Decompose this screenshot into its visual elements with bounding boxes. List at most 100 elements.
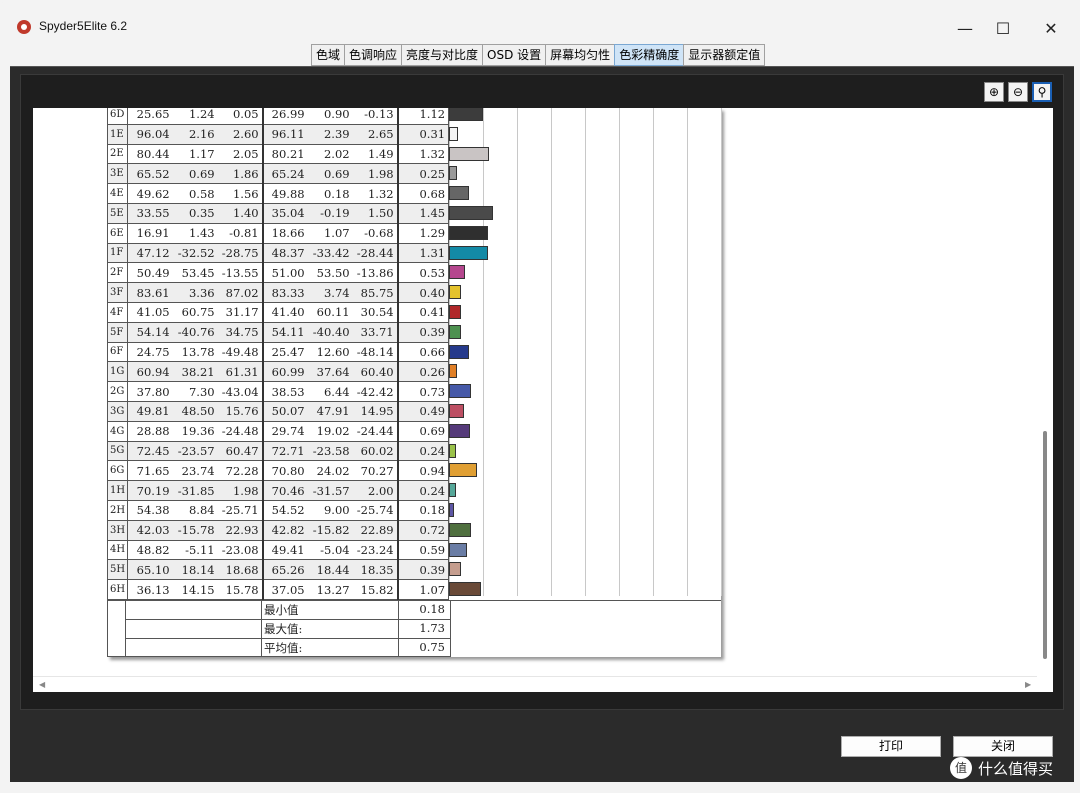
table-row: 1F 47.12 -32.52 -28.75 48.37 -33.42 -28.44 1.31 (106, 242, 450, 264)
table-row: 2H 54.38 8.84 -25.71 54.52 9.00 -25.74 0.18 (106, 499, 450, 521)
table-row: 5H 65.10 18.14 18.68 65.26 18.44 18.35 0.39 (106, 559, 450, 581)
lab-cell: -40.76 (172, 321, 218, 343)
patch-id: 3H (106, 519, 129, 541)
patch-id: 3E (106, 163, 129, 185)
lab-cell: -32.52 (172, 242, 218, 264)
patch-id: 4H (106, 539, 129, 561)
summary-divider (125, 600, 126, 657)
lab-cell: 26.99 (261, 108, 308, 125)
horizontal-scrollbar[interactable]: ◀ ▶ (33, 676, 1037, 692)
delta-e-bar (449, 562, 461, 576)
lab-cell: 54.38 (127, 499, 173, 521)
patch-id: 6G (106, 460, 129, 482)
lab-cell: 28.88 (127, 420, 173, 442)
delta-e-bar (449, 543, 467, 557)
grid-line (483, 108, 484, 596)
lab-cell: 83.33 (261, 282, 308, 303)
tab-2[interactable]: 亮度与对比度 (401, 44, 484, 66)
table-row: 4F 41.05 60.75 31.17 41.40 60.11 30.54 0.41 (106, 301, 450, 323)
lab-cell: -28.75 (217, 242, 264, 264)
lab-cell: 22.89 (352, 519, 399, 541)
lab-cell: 1.98 (352, 163, 399, 185)
delta-e-cell: 0.72 (396, 519, 450, 541)
patch-id: 4F (106, 301, 129, 323)
lab-cell: 47.12 (127, 242, 173, 264)
lab-cell: 1.24 (172, 108, 218, 125)
lab-cell: 1.86 (217, 163, 264, 185)
summary-value: 0.18 (419, 602, 445, 616)
delta-e-bar (449, 463, 478, 477)
grid-line (653, 108, 654, 596)
patch-id: 5E (106, 202, 129, 224)
lab-cell: 54.52 (261, 499, 308, 521)
lab-cell: 16.91 (127, 222, 173, 244)
lab-cell: -0.13 (352, 108, 399, 125)
tab-1[interactable]: 色调响应 (344, 44, 403, 66)
delta-e-cell: 0.24 (396, 480, 450, 501)
lab-cell: 54.14 (127, 321, 173, 343)
delta-e-cell: 0.94 (396, 460, 450, 482)
lab-cell: -5.11 (172, 539, 218, 561)
zoom-fit-icon[interactable]: ⚲ (1032, 82, 1052, 102)
scroll-right-icon[interactable]: ▶ (1025, 680, 1031, 689)
lab-cell: 22.93 (217, 519, 264, 541)
lab-cell: 25.47 (261, 341, 308, 363)
close-button[interactable]: 关闭 (953, 736, 1053, 757)
lab-cell: 2.16 (172, 123, 218, 145)
patch-id: 2E (106, 143, 129, 165)
table-row: 2G 37.80 7.30 -43.04 38.53 6.44 -42.42 0.73 (106, 381, 450, 402)
lab-cell: 1.98 (217, 480, 264, 501)
lab-cell: 72.28 (217, 460, 264, 482)
patch-id: 2F (106, 262, 129, 284)
lab-cell: -49.48 (217, 341, 264, 363)
vertical-scrollbar[interactable] (1037, 108, 1053, 692)
lab-cell: 2.39 (307, 123, 353, 145)
lab-cell: -0.81 (217, 222, 264, 244)
delta-e-cell: 0.25 (396, 163, 450, 185)
table-row: 1G 60.94 38.21 61.31 60.99 37.64 60.40 0.26 (106, 361, 450, 383)
delta-e-cell: 0.40 (396, 282, 450, 303)
table-row: 5F 54.14 -40.76 34.75 54.11 -40.40 33.71 0.39 (106, 321, 450, 343)
delta-e-bar (449, 206, 493, 220)
lab-cell: -13.86 (352, 262, 399, 284)
lab-cell: -5.04 (307, 539, 353, 561)
tab-4[interactable]: 屏幕均匀性 (545, 44, 616, 66)
lab-cell: 2.02 (307, 143, 353, 165)
patch-id: 3G (106, 400, 129, 422)
tab-0[interactable]: 色域 (311, 44, 346, 66)
tab-3[interactable]: OSD 设置 (482, 44, 547, 66)
lab-cell: 0.05 (217, 108, 264, 125)
lab-cell: 31.17 (217, 301, 264, 323)
zoom-in-icon[interactable]: ⊕ (984, 82, 1004, 102)
lab-cell: -0.68 (352, 222, 399, 244)
lab-cell: 80.21 (261, 143, 308, 165)
vertical-scroll-thumb[interactable] (1043, 431, 1047, 659)
delta-e-cell: 0.41 (396, 301, 450, 323)
lab-cell: 80.44 (127, 143, 173, 165)
lab-cell: 49.41 (261, 539, 308, 561)
lab-cell: 48.50 (172, 400, 218, 422)
delta-e-bar (449, 285, 461, 299)
patch-id: 4E (106, 183, 129, 204)
maximize-icon[interactable]: ☐ (980, 14, 1026, 42)
tab-5[interactable]: 色彩精确度 (614, 44, 685, 66)
print-button[interactable]: 打印 (841, 736, 941, 757)
table-row: 6E 16.91 1.43 -0.81 18.66 1.07 -0.68 1.29 (106, 222, 450, 244)
lab-cell: -23.57 (172, 440, 218, 462)
scroll-left-icon[interactable]: ◀ (39, 680, 45, 689)
lab-cell: 72.45 (127, 440, 173, 462)
lab-cell: 0.18 (307, 183, 353, 204)
lab-cell: 19.02 (307, 420, 353, 442)
lab-cell: 71.65 (127, 460, 173, 482)
table-row: 3E 65.52 0.69 1.86 65.24 0.69 1.98 0.25 (106, 163, 450, 185)
tab-6[interactable]: 显示器额定值 (683, 44, 766, 66)
lab-cell: 30.54 (352, 301, 399, 323)
patch-id: 5H (106, 559, 129, 581)
lab-cell: 0.69 (172, 163, 218, 185)
table-row: 3G 49.81 48.50 15.76 50.07 47.91 14.95 0.49 (106, 400, 450, 422)
close-window-icon[interactable]: ✕ (1028, 14, 1074, 42)
lab-cell: -48.14 (352, 341, 399, 363)
zoom-out-icon[interactable]: ⊖ (1008, 82, 1028, 102)
summary-row-line (125, 619, 450, 620)
delta-e-bar (449, 444, 457, 458)
